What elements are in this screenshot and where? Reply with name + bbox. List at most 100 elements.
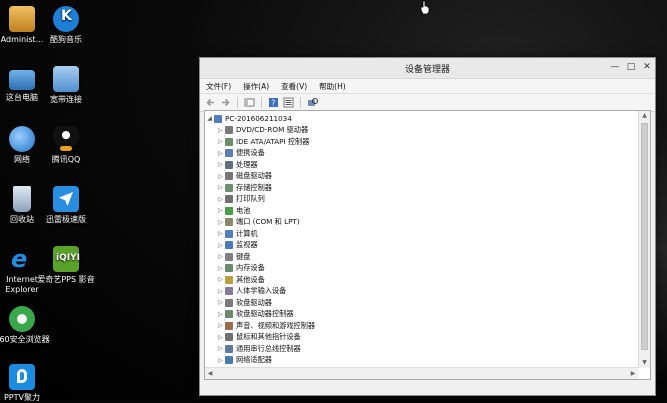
expand-arrow-icon[interactable]: ▷ — [216, 173, 225, 180]
kugou-music-icon: K — [53, 6, 79, 32]
title-bar[interactable]: 设备管理器 — □ ✕ — [200, 58, 655, 79]
tree-item-label: 软盘驱动器 — [236, 297, 272, 307]
close-button[interactable]: ✕ — [640, 61, 654, 73]
expand-arrow-icon[interactable]: ▷ — [216, 253, 225, 260]
view-list-icon[interactable] — [283, 97, 294, 108]
expand-arrow-icon[interactable]: ▷ — [216, 299, 225, 306]
device-category-icon — [225, 356, 233, 365]
expand-arrow-icon[interactable]: ▷ — [216, 311, 225, 318]
device-manager-window[interactable]: 设备管理器 — □ ✕ 文件(F) 操作(A) 查看(V) 帮助(H) ? ◢ … — [199, 57, 656, 396]
menu-bar: 文件(F) 操作(A) 查看(V) 帮助(H) — [200, 79, 655, 94]
network-connection-icon — [53, 66, 79, 92]
status-bar — [200, 381, 655, 395]
horizontal-scrollbar[interactable]: ◀ ▶ — [205, 367, 638, 379]
tree-item[interactable]: ▷ 处理器 — [205, 159, 638, 171]
tree-item[interactable]: ▷ 软盘驱动器 — [205, 297, 638, 309]
desktop-icon-kugou[interactable]: K 酷狗音乐 — [36, 6, 96, 45]
expand-arrow-icon[interactable]: ▷ — [216, 184, 225, 191]
back-arrow-icon[interactable] — [205, 97, 216, 108]
maximize-button[interactable]: □ — [624, 61, 638, 73]
tree-item[interactable]: ▷ 端口 (COM 和 LPT) — [205, 217, 638, 229]
desktop-icon-iqiyi-pps[interactable]: iQIYI 爱奇艺PPS 影音 — [36, 246, 96, 285]
expand-arrow-icon[interactable]: ▷ — [216, 196, 225, 203]
tree-item[interactable]: ▷ DVD/CD-ROM 驱动器 — [205, 125, 638, 137]
tree-item-label: 监视器 — [236, 240, 258, 250]
expand-arrow-icon[interactable]: ▷ — [216, 219, 225, 226]
scan-hardware-icon[interactable] — [307, 97, 318, 108]
menu-action[interactable]: 操作(A) — [243, 81, 269, 92]
device-tree-pane[interactable]: ◢ PC-201606211034 ▷ DVD/CD-ROM 驱动器 ▷ IDE AT… — [204, 110, 651, 380]
tree-item[interactable]: ▷ 通用串行总线控制器 — [205, 343, 638, 355]
expand-arrow-icon[interactable]: ▷ — [216, 150, 225, 157]
help-icon[interactable]: ? — [268, 97, 279, 108]
tree-item-label: 键盘 — [236, 251, 251, 261]
expand-arrow-icon[interactable]: ▷ — [216, 265, 225, 272]
expand-arrow-icon[interactable]: ▷ — [216, 138, 225, 145]
desktop-icon-label: 迅雷极速版 — [46, 215, 86, 224]
tree-item[interactable]: ▷ 便携设备 — [205, 148, 638, 160]
forward-arrow-icon[interactable] — [220, 97, 231, 108]
tree-item[interactable]: ▷ 电池 — [205, 205, 638, 217]
expand-arrow-icon[interactable]: ▷ — [216, 288, 225, 295]
expand-arrow-icon[interactable]: ▷ — [216, 207, 225, 214]
tree-item[interactable]: ▷ 监视器 — [205, 240, 638, 252]
tree-item[interactable]: ▷ 存储控制器 — [205, 182, 638, 194]
expand-arrow-icon[interactable]: ▷ — [216, 345, 225, 352]
computer-icon — [214, 114, 222, 123]
device-category-icon — [225, 218, 233, 227]
tree-item[interactable]: ▷ 键盘 — [205, 251, 638, 263]
desktop-icon-label: 爱奇艺PPS 影音 — [37, 275, 95, 284]
menu-help[interactable]: 帮助(H) — [319, 81, 346, 92]
device-category-icon — [225, 160, 233, 169]
expand-arrow-icon[interactable]: ▷ — [216, 357, 225, 364]
expand-arrow-icon[interactable]: ▷ — [216, 161, 225, 168]
internet-explorer-icon: e — [11, 245, 28, 273]
computer-icon — [9, 70, 35, 90]
tree-item[interactable]: ▷ 内存设备 — [205, 263, 638, 275]
expand-arrow-icon[interactable]: ▷ — [216, 276, 225, 283]
desktop-icon-broadband[interactable]: 宽带连接 — [36, 66, 96, 105]
collapse-arrow-icon[interactable]: ◢ — [205, 115, 214, 122]
scroll-down-arrow-icon[interactable]: ▼ — [639, 358, 650, 368]
scroll-up-arrow-icon[interactable]: ▲ — [639, 111, 650, 121]
vertical-scrollbar[interactable]: ▲ ▼ — [638, 111, 650, 368]
menu-view[interactable]: 查看(V) — [281, 81, 307, 92]
tree-item[interactable]: ▷ 其他设备 — [205, 274, 638, 286]
tree-item[interactable]: ▷ 磁盘驱动器 — [205, 171, 638, 183]
tree-item[interactable]: ▷ 软盘驱动器控制器 — [205, 309, 638, 321]
expand-arrow-icon[interactable]: ▷ — [216, 230, 225, 237]
tree-item[interactable]: ▷ 打印队列 — [205, 194, 638, 206]
desktop-icon-xunlei[interactable]: 迅雷极速版 — [36, 186, 96, 225]
minimize-button[interactable]: — — [608, 61, 622, 73]
desktop-icon-pptv[interactable]: PPTV聚力 — [0, 364, 52, 403]
vertical-scroll-thumb[interactable] — [641, 123, 648, 350]
tree-item[interactable]: ▷ 计算机 — [205, 228, 638, 240]
scroll-left-arrow-icon[interactable]: ◀ — [205, 368, 215, 379]
tree-item[interactable]: ▷ 声音、视频和游戏控制器 — [205, 320, 638, 332]
desktop-icon-360-browser[interactable]: 360安全浏览器 — [0, 306, 52, 345]
device-category-icon — [225, 287, 233, 296]
expand-arrow-icon[interactable]: ▷ — [216, 242, 225, 249]
tree-item-label: 存储控制器 — [236, 182, 272, 192]
tree-item[interactable]: ▷ IDE ATA/ATAPI 控制器 — [205, 136, 638, 148]
device-category-icon — [225, 252, 233, 261]
device-category-icon — [225, 137, 233, 146]
tree-root[interactable]: ◢ PC-201606211034 — [205, 113, 638, 125]
pptv-icon — [9, 364, 35, 390]
expand-arrow-icon[interactable]: ▷ — [216, 127, 225, 134]
device-category-icon — [225, 149, 233, 158]
tree-item[interactable]: ▷ 人体学输入设备 — [205, 286, 638, 298]
tree-item-label: 其他设备 — [236, 274, 265, 284]
toolbar-separator — [237, 97, 238, 108]
properties-icon[interactable] — [244, 97, 255, 108]
desktop-icon-qq[interactable]: 腾讯QQ — [36, 126, 96, 165]
menu-file[interactable]: 文件(F) — [206, 81, 231, 92]
desktop-icon-label: PPTV聚力 — [3, 393, 40, 402]
tree-item[interactable]: ▷ 网络适配器 — [205, 355, 638, 367]
qq-penguin-icon — [53, 126, 79, 152]
desktop-icon-label: 360安全浏览器 — [0, 335, 50, 344]
tree-item[interactable]: ▷ 鼠标和其他指针设备 — [205, 332, 638, 344]
expand-arrow-icon[interactable]: ▷ — [216, 334, 225, 341]
scroll-right-arrow-icon[interactable]: ▶ — [628, 368, 638, 379]
expand-arrow-icon[interactable]: ▷ — [216, 322, 225, 329]
